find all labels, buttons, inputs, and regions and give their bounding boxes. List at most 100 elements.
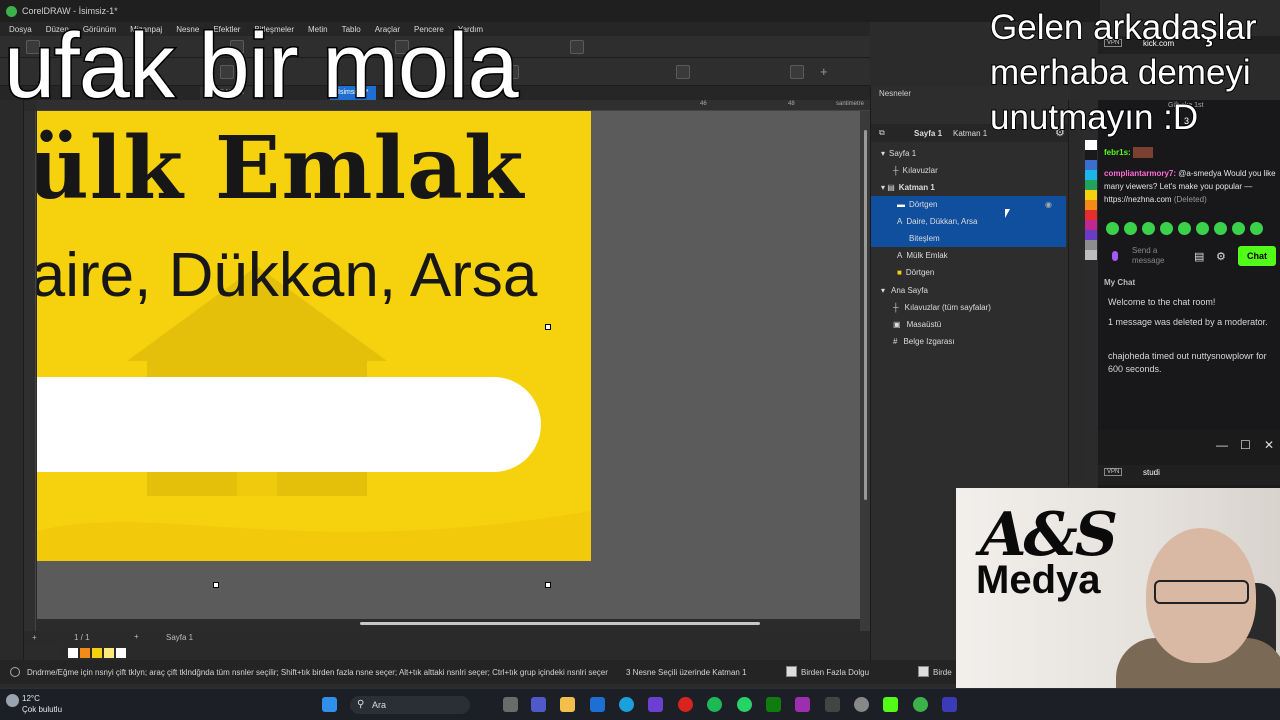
docker-page: Sayfa 1 [914, 129, 943, 138]
canvas-subtitle-text[interactable]: Daire, Dükkan, Arsa [0, 240, 537, 311]
add-page-icon[interactable]: + [32, 633, 37, 642]
vpn-app-icon[interactable] [648, 697, 663, 712]
palette-swatch[interactable] [1085, 230, 1097, 240]
tree-row[interactable]: ▾ Sayfa 1 [871, 145, 1066, 162]
fill-icon [786, 666, 797, 677]
swatch-white[interactable] [68, 648, 78, 658]
white-rectangle[interactable] [37, 377, 541, 472]
task-view-icon[interactable] [503, 697, 518, 712]
swatch-yellow[interactable] [92, 648, 102, 658]
canvas-title-text[interactable]: Mülk Emlak [0, 118, 524, 219]
emote-icon[interactable] [1196, 222, 1209, 235]
chrome-icon[interactable] [854, 697, 869, 712]
emote-icon[interactable] [1106, 222, 1119, 235]
opera-icon[interactable] [678, 697, 693, 712]
tree-row[interactable]: ■ Dörtgen [871, 264, 1066, 281]
visibility-icon[interactable]: ◉ [1045, 200, 1052, 209]
palette-swatch[interactable] [1085, 240, 1097, 250]
gift-icon[interactable]: ▤ [1194, 250, 1204, 263]
xbox-icon[interactable] [766, 697, 781, 712]
tree-row[interactable]: ▾ Ana Sayfa [871, 282, 1066, 299]
coreldraw-taskbar-icon[interactable] [913, 697, 928, 712]
chat-send-button[interactable]: Chat [1238, 246, 1276, 266]
my-chat-header: My Chat [1104, 278, 1136, 287]
vertical-scrollbar[interactable] [864, 130, 867, 500]
tree-row[interactable]: A Mülk Emlak [871, 247, 1066, 264]
app-icon[interactable] [825, 697, 840, 712]
selection-handle[interactable] [213, 582, 219, 588]
swatch-white2[interactable] [116, 648, 126, 658]
palette-swatch[interactable] [1085, 200, 1097, 210]
media-icon[interactable] [795, 697, 810, 712]
weather-widget[interactable]: 12°C Çok bulutlu [22, 693, 62, 715]
tree-row[interactable]: # Belge Izgarası [871, 333, 1066, 350]
tree-row[interactable]: ▾ ▤ Katman 1 [871, 179, 1066, 196]
hint-icon [10, 667, 20, 677]
weather-icon[interactable] [6, 694, 19, 707]
vpn-badge[interactable]: VPN [1104, 468, 1123, 476]
outlook-icon[interactable] [590, 697, 605, 712]
ruler-vertical-front [24, 111, 36, 631]
snap-button[interactable] [570, 40, 584, 54]
chat-username[interactable]: compliantarmory7: [1104, 169, 1176, 178]
app-icon[interactable] [942, 697, 957, 712]
emote-icon[interactable] [1124, 222, 1137, 235]
swatch-orange[interactable] [80, 648, 90, 658]
page-counter: 1 / 1 [74, 633, 90, 642]
tree-row-label: Mülk Emlak [906, 251, 948, 260]
palette-swatch[interactable] [1085, 180, 1097, 190]
tree-row-selected[interactable]: Biteşlem [871, 230, 1066, 247]
palette-swatch[interactable] [1085, 220, 1097, 230]
emote-icon[interactable] [1214, 222, 1227, 235]
tree-row-selected[interactable]: A Daire, Dükkan, Arsa [871, 213, 1066, 230]
close-icon[interactable]: ✕ [1264, 438, 1274, 452]
palette-swatch[interactable] [1085, 140, 1097, 150]
toolbox-front [0, 100, 24, 660]
taskbar-search[interactable]: ⚲ Ara [350, 696, 470, 714]
overlay-greeting-line: Gelen arkadaşlar [989, 7, 1258, 48]
settings-icon[interactable]: ⚙ [1216, 250, 1226, 263]
spotify-icon[interactable] [707, 697, 722, 712]
page-tab[interactable]: Sayfa 1 [166, 633, 193, 642]
horizontal-scrollbar[interactable] [360, 622, 760, 625]
tree-row[interactable]: ▣ Masaüstü [871, 316, 1066, 333]
swatch-lightyellow[interactable] [104, 648, 114, 658]
add-page-icon[interactable]: + [134, 632, 139, 641]
tree-row[interactable]: ┼ Kılavuzlar (tüm sayfalar) [871, 299, 1066, 316]
pages-icon[interactable]: ⧉ [879, 128, 885, 138]
kick-icon[interactable] [883, 697, 898, 712]
emote-icon[interactable] [1178, 222, 1191, 235]
emote-icon[interactable] [1250, 222, 1263, 235]
emote-icon[interactable] [1232, 222, 1245, 235]
docker-side-tabs [1068, 100, 1082, 486]
outline-button[interactable] [676, 65, 690, 79]
selection-handle[interactable] [545, 324, 551, 330]
emote-icon[interactable] [1142, 222, 1155, 235]
docker-title: Nesneler [879, 89, 912, 98]
overlay-greeting: Gelen arkadaşlar merhaba demeyi unutmayı… [989, 5, 1280, 140]
tree-row[interactable]: ┼ Kılavuzlar [871, 162, 1066, 179]
palette-swatch[interactable] [1085, 170, 1097, 180]
add-icon[interactable]: + [820, 64, 828, 79]
options-button[interactable] [790, 65, 804, 79]
edge-icon[interactable] [619, 697, 634, 712]
status-fill-2: Birde [933, 668, 952, 677]
address-bar[interactable]: studi [1143, 468, 1160, 477]
tree-row-selected[interactable]: ▬ Dörtgen ◉ [871, 196, 1066, 213]
palette-swatch[interactable] [1085, 160, 1097, 170]
teams-icon[interactable] [531, 697, 546, 712]
file-explorer-icon[interactable] [560, 697, 575, 712]
palette-swatch[interactable] [1085, 150, 1097, 160]
palette-swatch[interactable] [1085, 250, 1097, 260]
emote-icon[interactable] [1160, 222, 1173, 235]
palette-swatch[interactable] [1085, 210, 1097, 220]
minimize-icon[interactable]: — [1216, 438, 1228, 452]
palette-swatch[interactable] [1085, 190, 1097, 200]
maximize-icon[interactable]: ☐ [1240, 438, 1251, 452]
chat-username[interactable]: febr1s: [1104, 148, 1131, 157]
status-fill: Birden Fazla Dolgu [801, 668, 870, 677]
selection-handle[interactable] [545, 582, 551, 588]
whatsapp-icon[interactable] [737, 697, 752, 712]
chat-input[interactable]: Send a message [1106, 246, 1178, 266]
start-icon[interactable] [322, 697, 337, 712]
